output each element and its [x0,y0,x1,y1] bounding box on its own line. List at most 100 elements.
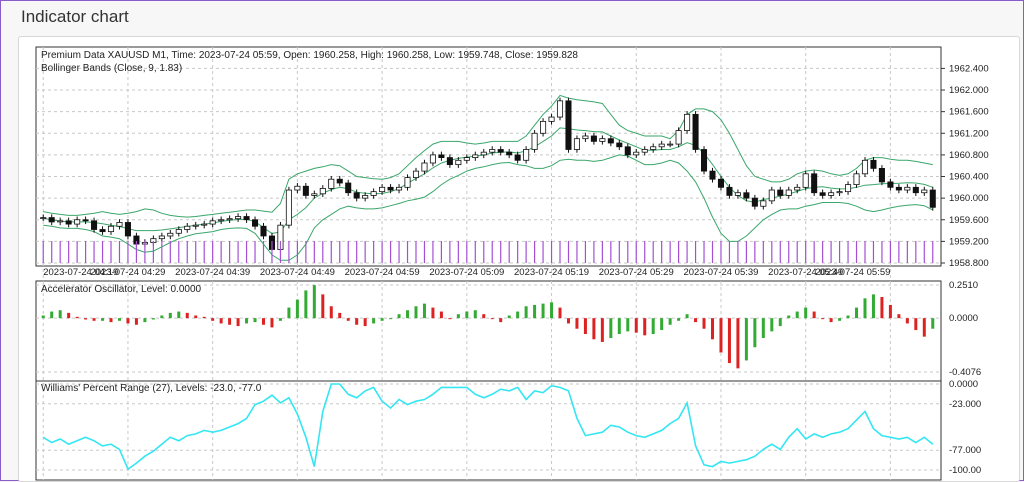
ac-bar [202,316,206,319]
candle-body [260,225,267,237]
ac-bar [389,318,393,320]
ac-bar [363,318,367,327]
indicator-chart-svg[interactable]: 1962.400 1962.000 1961.600 1961.200 1960.800… [19,37,1019,481]
wpr-tick-label: -23.000 [949,399,981,410]
candle-body [404,177,411,188]
ac-bar [541,303,545,319]
ac-bar [126,318,130,324]
ac-bar [846,315,850,319]
ac-bar [660,318,664,331]
candle-body [387,186,394,191]
candle-body [184,225,191,230]
wpr-tick-label: -77.000 [949,445,981,456]
candle-body [57,220,64,223]
candle-body [777,189,784,196]
ac-bar [262,318,265,325]
window-frame: Indicator chart 1962.400 1962.000 1961.600… [0,0,1024,482]
candle-body [480,151,487,156]
time-tick-label: 2023-07-24 05:19 [514,267,589,278]
candle-body [412,170,420,178]
candle-body [921,189,928,194]
price-tick-label: 1962.000 [949,85,989,96]
candle-body [201,223,208,226]
candle-body [252,219,259,227]
page-title: Indicator chart [21,7,129,26]
time-tick-label: 2023-07-24 05:59 [815,267,890,278]
ac-bar [600,318,604,342]
ac-bar [245,318,249,324]
ac-bar [143,318,147,323]
wpr-title: Williams' Percent Range (27), Levels: -2… [41,383,262,394]
ac-bar [753,318,757,348]
wpr-tick-label: -100.00 [949,465,981,476]
ac-bar [304,290,308,319]
ac-bar [211,318,215,321]
candle-body [828,192,835,196]
ac-bar [160,315,164,319]
ac-bar [312,285,316,319]
price-tick-label: 1960.000 [949,193,989,204]
candle-body [590,135,597,142]
ac-bar [507,315,511,319]
ac-bar [558,307,562,319]
price-tick-label: 1961.200 [949,128,989,139]
candle-body [497,149,504,153]
ac-bar [380,318,384,321]
ac-bar [236,318,240,327]
candle-body [667,143,674,146]
ac-bar [473,310,477,319]
candle-body [438,154,445,158]
ac-bar [897,314,901,319]
chart-card: 1962.400 1962.000 1961.600 1961.200 1960.800… [18,36,1020,482]
candle-body [336,178,343,184]
ac-bar [694,318,698,323]
ac-bar [863,298,867,319]
candle-body [370,191,377,196]
candle-body [107,225,115,233]
candle-body [175,229,182,234]
ac-bar [253,318,257,323]
ac-bar [634,318,638,333]
candle-body [734,192,741,196]
candle-body [396,186,403,191]
ac-bar [84,318,88,320]
candle-body [692,113,699,150]
candle-body [353,192,360,199]
ac-bar [778,318,782,327]
time-tick-label: 2023-07-24 04:29 [90,267,165,278]
ac-bar [804,307,808,319]
candle-body [633,151,640,156]
ac-bar [448,318,452,320]
candle-body [302,185,309,196]
candle-body [226,218,233,221]
candle-body [548,116,555,122]
ac-bar [914,318,918,331]
candle-body [540,120,547,134]
ac-bar [92,318,96,321]
candle-body [870,159,877,169]
ac-bar [711,318,714,340]
ac-bar [829,318,833,323]
ac-bar [871,294,875,319]
candle-body [887,181,894,188]
ac-bar [465,311,469,319]
candle-body [878,168,885,183]
candle-body [573,138,580,150]
candle-body [650,146,657,150]
ac-bar [439,311,443,319]
candle-body [658,143,665,148]
ac-bar [397,314,401,319]
candle-body [726,186,733,196]
ac-bar [744,318,748,361]
ac-bar [67,312,71,319]
ac-bar [482,314,486,319]
ac-bar [329,306,333,319]
ac-bar [855,307,859,319]
candle-body [523,149,530,161]
ac-bar [575,318,579,329]
price-tick-label: 1959.600 [949,215,989,226]
ac-bar [41,315,45,319]
wpr-tick-label: 0.0000 [949,379,978,390]
ac-title: Accelerator Oscillator, Level: 0.0000 [41,284,202,295]
candle-body [362,195,369,199]
